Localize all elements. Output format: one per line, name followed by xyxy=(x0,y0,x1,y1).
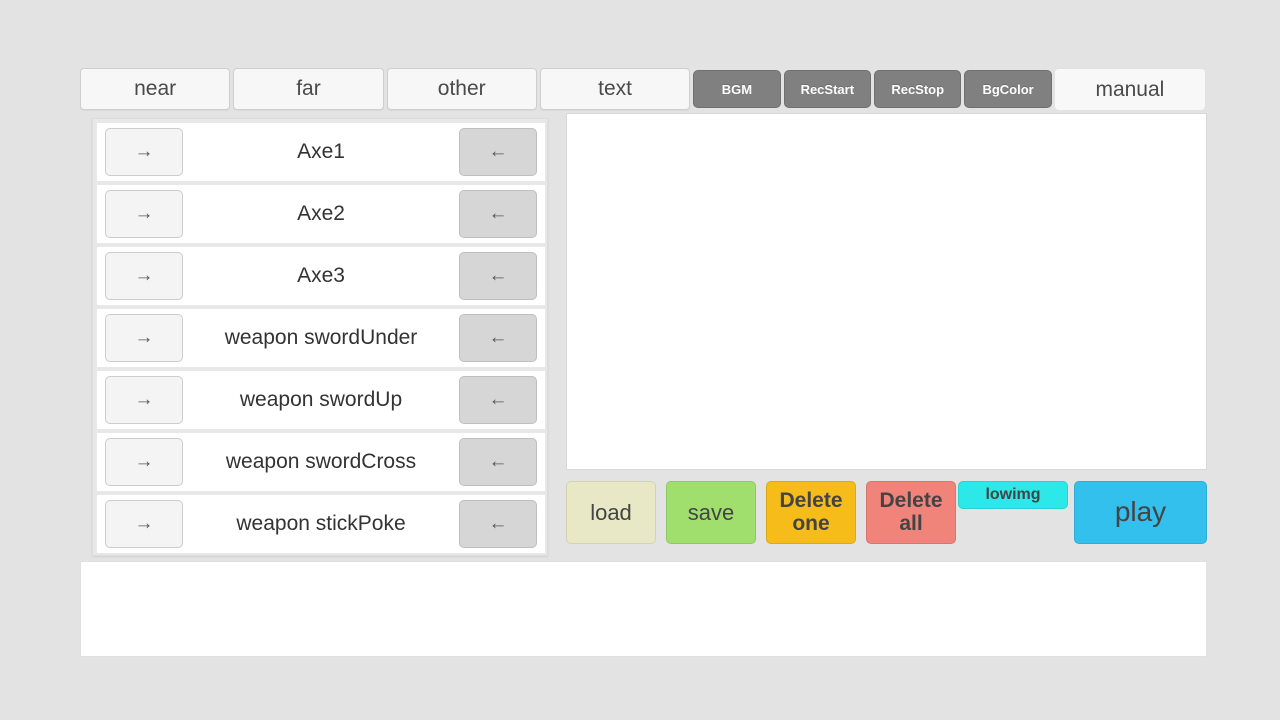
tab-recstart[interactable]: RecStart xyxy=(783,70,871,108)
arrow-right-icon[interactable]: → xyxy=(105,190,183,238)
list-row[interactable]: → Axe1 ← xyxy=(97,123,545,181)
delete-one-button[interactable]: Delete one xyxy=(766,481,856,544)
arrow-left-icon[interactable]: ← xyxy=(459,500,537,548)
arrow-left-icon[interactable]: ← xyxy=(459,314,537,362)
delete-all-label-line2: all xyxy=(899,511,923,535)
list-row-label: Axe2 xyxy=(297,202,345,225)
save-button[interactable]: save xyxy=(666,481,756,544)
arrow-right-icon[interactable]: → xyxy=(105,376,183,424)
list-row[interactable]: → weapon swordUnder ← xyxy=(97,309,545,367)
list-row[interactable]: → Axe3 ← xyxy=(97,247,545,305)
list-row[interactable]: → Axe2 ← xyxy=(97,185,545,243)
tab-far[interactable]: far xyxy=(233,68,384,110)
tab-text[interactable]: text xyxy=(539,68,691,110)
load-button[interactable]: load xyxy=(566,481,656,544)
arrow-left-icon[interactable]: ← xyxy=(459,128,537,176)
play-button[interactable]: play xyxy=(1074,481,1207,544)
tab-bgm[interactable]: BGM xyxy=(693,70,781,108)
delete-all-button[interactable]: Delete all xyxy=(866,481,956,544)
list-row[interactable]: → weapon swordCross ← xyxy=(97,433,545,491)
delete-one-label-line2: one xyxy=(792,511,830,535)
tab-bgcolor[interactable]: BgColor xyxy=(964,70,1052,108)
delete-all-label-line1: Delete xyxy=(879,488,943,512)
tab-other[interactable]: other xyxy=(386,68,537,110)
tab-near[interactable]: near xyxy=(80,68,231,110)
list-row-label: weapon swordUp xyxy=(239,388,403,411)
list-row-label: weapon stickPoke xyxy=(236,512,406,535)
list-row[interactable]: → weapon stickPoke ← xyxy=(97,495,545,553)
lowimg-button[interactable]: lowimg xyxy=(958,481,1068,509)
action-button-row: load save Delete one Delete all lowimg p… xyxy=(566,481,1207,547)
tab-manual[interactable]: manual xyxy=(1054,68,1205,110)
arrow-left-icon[interactable]: ← xyxy=(459,376,537,424)
tab-recstop[interactable]: RecStop xyxy=(874,70,962,108)
list-row-label: Axe3 xyxy=(297,264,345,287)
arrow-right-icon[interactable]: → xyxy=(105,438,183,486)
tab-bar: near far other text BGM RecStart RecStop BgColo… xyxy=(80,68,1208,112)
arrow-left-icon[interactable]: ← xyxy=(459,252,537,300)
list-row-label: Axe1 xyxy=(297,140,345,163)
arrow-left-icon[interactable]: ← xyxy=(459,438,537,486)
list-row[interactable]: → weapon swordUp ← xyxy=(97,371,545,429)
list-row-label: weapon swordCross xyxy=(225,450,417,473)
arrow-left-icon[interactable]: ← xyxy=(459,190,537,238)
preview-canvas[interactable] xyxy=(566,113,1207,470)
weapon-list-panel[interactable]: → Axe1 ← → Axe2 ← → Axe3 ← → weapon swordUnder ← → we… xyxy=(92,118,548,556)
arrow-right-icon[interactable]: → xyxy=(105,500,183,548)
arrow-right-icon[interactable]: → xyxy=(105,128,183,176)
weapon-list: → Axe1 ← → Axe2 ← → Axe3 ← → weapon swordUnder ← → we… xyxy=(97,123,545,555)
delete-one-label-line1: Delete xyxy=(779,488,843,512)
list-row-label: weapon swordUnder xyxy=(224,326,418,349)
arrow-right-icon[interactable]: → xyxy=(105,314,183,362)
bottom-output-panel[interactable] xyxy=(80,561,1207,657)
arrow-right-icon[interactable]: → xyxy=(105,252,183,300)
